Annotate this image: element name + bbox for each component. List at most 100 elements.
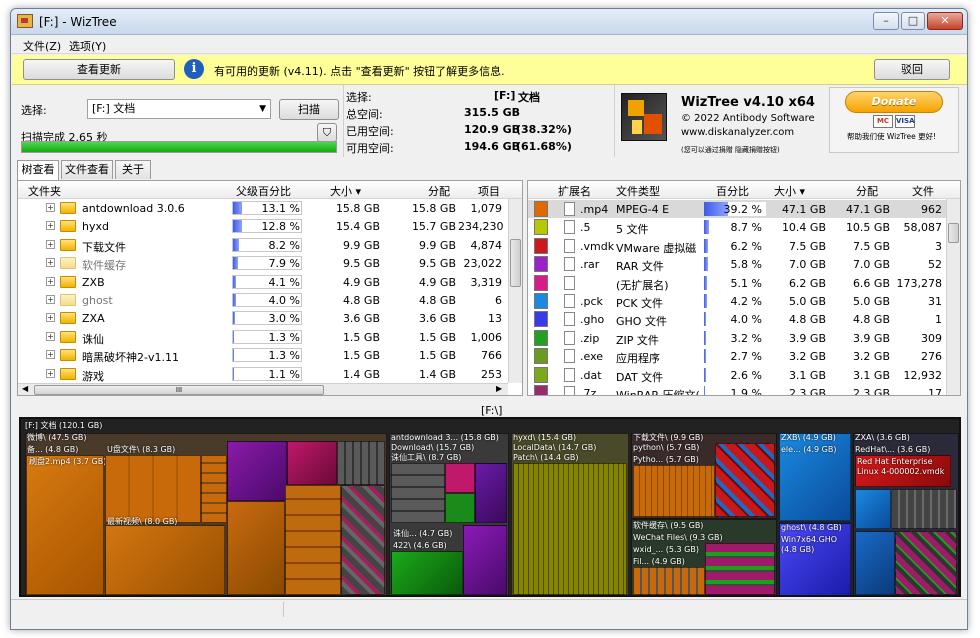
treemap-block-zx-tools[interactable] [391, 463, 445, 523]
ext-row[interactable]: (无扩展名) 5.1 % 6.2 GB 6.6 GB 173,278 [528, 274, 946, 292]
treemap-block-zx-purple2[interactable] [463, 525, 507, 595]
tree-row[interactable]: + ZXB 4.1 % 4.9 GB 4.9 GB 3,319 [18, 273, 522, 291]
treemap-block-zxa-gray[interactable] [891, 489, 957, 529]
ext-row[interactable]: .mp4 MPEG-4 E 39.2 % 47.1 GB 47.1 GB 962 [528, 200, 946, 218]
expand-icon[interactable]: + [46, 221, 55, 231]
ext-scroll-thumb[interactable] [948, 223, 959, 243]
expand-icon[interactable]: + [46, 295, 55, 304]
treemap-block-patch[interactable] [513, 463, 627, 595]
ext-row[interactable]: .rar RAR 文件 5.8 % 7.0 GB 7.0 GB 52 [528, 255, 946, 273]
ext-row[interactable]: .dat DAT 文件 2.6 % 3.1 GB 3.1 GB 12,932 [528, 366, 946, 384]
treemap-block-fil[interactable] [633, 567, 705, 595]
treemap-block-zx-mag[interactable] [445, 463, 475, 493]
tree-scroll-thumb[interactable] [510, 239, 521, 287]
file-type-icon [564, 386, 575, 395]
expand-icon[interactable]: + [46, 313, 55, 323]
tree-hscroll-thumb[interactable]: III [34, 385, 324, 395]
treemap-block-zx-purple[interactable] [475, 463, 507, 523]
tree-vertical-scrollbar[interactable] [508, 199, 522, 383]
close-button[interactable]: ✕ [927, 12, 963, 30]
treemap-block-bei[interactable] [26, 455, 104, 595]
dismiss-button[interactable]: 驳回 [874, 59, 950, 80]
expand-icon[interactable]: + [46, 331, 55, 341]
treemap-block-python[interactable] [633, 465, 715, 517]
tab-about[interactable]: 关于 [115, 160, 151, 179]
treemap-block-dl-mixed[interactable] [715, 443, 775, 517]
ext-row[interactable]: .exe 应用程序 2.7 % 3.2 GB 3.2 GB 276 [528, 347, 946, 365]
col-ext-size[interactable]: 大小 ▾ [774, 183, 805, 199]
minimize-button[interactable]: – [873, 12, 899, 30]
expand-icon[interactable]: + [46, 350, 55, 360]
scroll-right-icon[interactable]: ▶ [496, 384, 502, 393]
menu-bar: 文件(Z) 选项(Y) [11, 35, 967, 54]
expand-icon[interactable]: + [46, 239, 55, 249]
ext-row[interactable]: .5 5 文件 8.7 % 10.4 GB 10.5 GB 58,087 [528, 218, 946, 236]
ext-alloc: 3.1 GB [852, 368, 890, 382]
treemap-block-zxa-blue2[interactable] [855, 531, 895, 595]
col-ext-alloc[interactable]: 分配 [856, 183, 878, 199]
treemap-block-magenta1[interactable] [287, 441, 337, 485]
treemap-label-python: python\ (5.7 GB) [633, 443, 700, 452]
treemap-block-wechat-mixed[interactable] [705, 543, 775, 595]
maximize-button[interactable]: □ [901, 12, 925, 30]
expand-icon[interactable]: + [46, 203, 55, 212]
ext-row[interactable]: .pck PCK 文件 4.2 % 5.0 GB 5.0 GB 31 [528, 292, 946, 310]
col-items[interactable]: 项目 [478, 183, 500, 199]
treemap-block-orange3[interactable] [285, 485, 341, 595]
ext-row[interactable]: .gho GHO 文件 4.0 % 4.8 GB 4.8 GB 1 [528, 310, 946, 328]
tree-row[interactable]: + ZXA 3.0 % 3.6 GB 3.6 GB 13 [18, 309, 522, 327]
col-files[interactable]: 文件 [912, 183, 934, 199]
treemap-block-purple1[interactable] [227, 441, 287, 501]
col-percent[interactable]: 百分比 [716, 183, 749, 199]
tree-row[interactable]: + hyxd 12.8 % 15.4 GB 15.7 GB 234,230 [18, 217, 522, 235]
treemap-block-gray1[interactable] [337, 441, 385, 485]
folder-items: 13 [488, 312, 502, 326]
filter-button[interactable]: ⛉ [317, 123, 337, 142]
treemap-block-orange2[interactable] [227, 501, 285, 595]
tab-file-view[interactable]: 文件查看 [61, 160, 113, 179]
treemap-block-zxa-mixed[interactable] [895, 531, 957, 595]
ext-row[interactable]: .vmdk VMware 虚拟磁 6.2 % 7.5 GB 7.5 GB 3 [528, 237, 946, 255]
stats-drive: [F:] [494, 89, 516, 102]
website-link[interactable]: www.diskanalyzer.com [681, 127, 794, 138]
tab-tree-view[interactable]: 树查看 [17, 160, 59, 180]
scroll-left-icon[interactable]: ◀ [22, 384, 28, 393]
treemap-block-zxa-blue[interactable] [855, 489, 891, 529]
treemap-block-udisk[interactable] [105, 455, 201, 523]
treemap-block-422[interactable] [391, 551, 463, 595]
treemap-view[interactable]: [F:] 文档 (120.1 GB) 微博\ (47.5 GB) 备... (4… [19, 417, 961, 597]
treemap-block-latest-video[interactable] [105, 525, 225, 595]
ext-row[interactable]: .zip ZIP 文件 3.2 % 3.9 GB 3.9 GB 309 [528, 329, 946, 347]
tree-row[interactable]: + 诛仙 1.3 % 1.5 GB 1.5 GB 1,006 [18, 328, 522, 346]
tree-horizontal-scrollbar[interactable]: ◀ III ▶ [18, 383, 508, 395]
check-update-button[interactable]: 查看更新 [23, 59, 175, 80]
ext-alloc: 6.6 GB [852, 276, 890, 290]
scan-button[interactable]: 扫描 [279, 99, 339, 120]
col-alloc[interactable]: 分配 [428, 183, 450, 199]
col-folder[interactable]: 文件夹 [28, 183, 61, 199]
tree-row[interactable]: + 暗黑破坏神2-v1.11 1.3 % 1.5 GB 1.5 GB 766 [18, 346, 522, 364]
expand-icon[interactable]: + [46, 258, 55, 268]
expand-icon[interactable]: + [46, 276, 55, 286]
folder-items: 23,022 [463, 257, 503, 271]
col-file-type[interactable]: 文件类型 [616, 183, 660, 199]
tree-row[interactable]: + 软件缓存 7.9 % 9.5 GB 9.5 GB 23,022 [18, 254, 522, 272]
treemap-block-mixed1[interactable] [341, 485, 385, 595]
tree-row[interactable]: + ghost 4.0 % 4.8 GB 4.8 GB 6 [18, 291, 522, 309]
col-extension[interactable]: 扩展名 [558, 183, 591, 199]
ext-row[interactable]: .7z WinRAR 压缩文(1.9 % 2.3 GB 2.3 GB 17 [528, 384, 946, 395]
tree-row[interactable]: + 下载文件 8.2 % 9.9 GB 9.9 GB 4,874 [18, 236, 522, 254]
parent-pct: 4.1 % [268, 275, 300, 289]
expand-icon[interactable]: + [46, 368, 55, 378]
ext-vertical-scrollbar[interactable] [946, 199, 960, 395]
menu-file[interactable]: 文件(Z) [23, 38, 61, 54]
col-size[interactable]: 大小 ▾ [330, 183, 361, 199]
treemap-block-misc1[interactable] [201, 455, 227, 523]
donate-button[interactable]: Donate [845, 91, 943, 113]
drive-select[interactable]: [F:] 文档 ▼ [87, 99, 271, 119]
col-parent-pct[interactable]: 父级百分比 [236, 183, 291, 199]
treemap-block-zx-green[interactable] [445, 493, 475, 523]
tree-row[interactable]: + 游戏 1.1 % 1.4 GB 1.4 GB 253 [18, 365, 522, 383]
tree-row[interactable]: + antdownload 3.0.6 13.1 % 15.8 GB 15.8 GB 1,… [18, 199, 522, 217]
menu-options[interactable]: 选项(Y) [69, 38, 106, 54]
